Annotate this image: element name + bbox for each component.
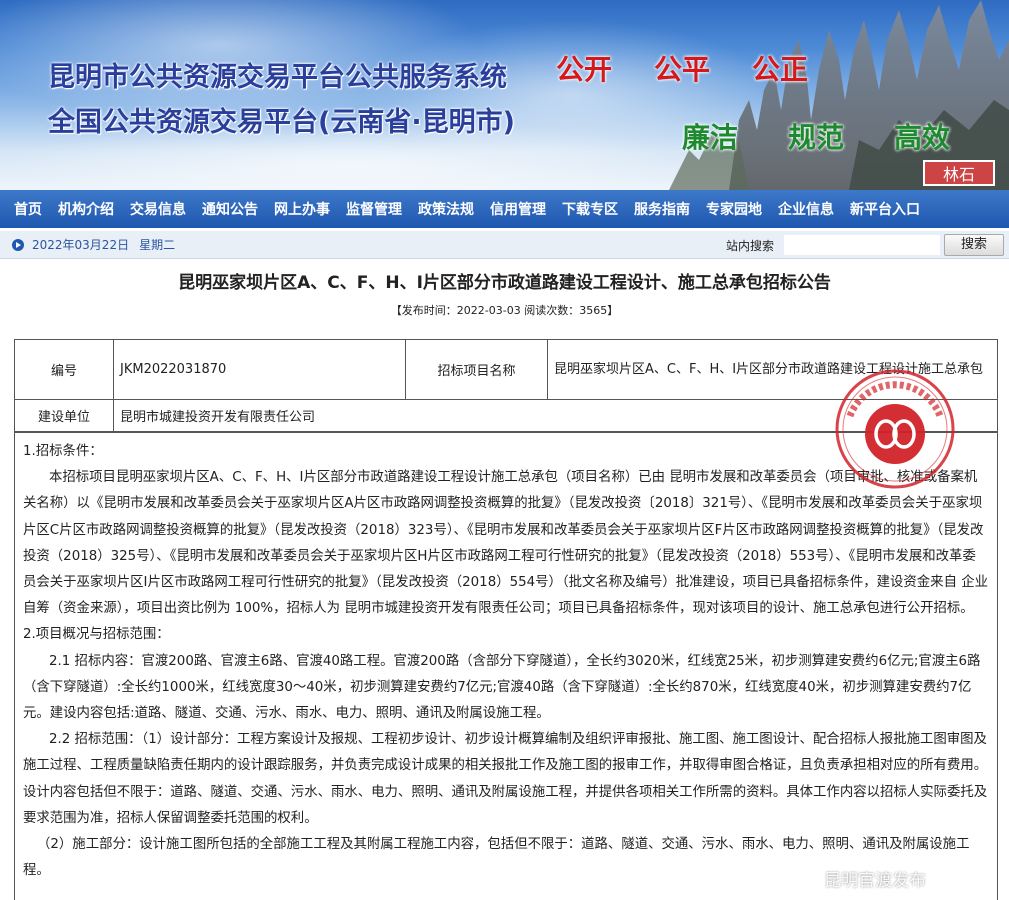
table-cell-label: 招标项目名称: [405, 339, 548, 400]
project-info-table: 编号 JKM2022031870 招标项目名称 昆明巫家坝片区A、C、F、H、I…: [14, 339, 998, 432]
nav-item-policies[interactable]: 政策法规: [410, 199, 482, 219]
slogan-standard: 规范: [788, 121, 845, 154]
nav-item-guide[interactable]: 服务指南: [626, 199, 698, 219]
paragraph: 2.1 招标内容：官渡200路、官渡主6路、官渡40路工程。官渡200路（含部分…: [23, 653, 981, 722]
nav-item-experts[interactable]: 专家园地: [698, 199, 770, 219]
current-date: 2022年03月22日: [32, 238, 130, 252]
header-banner: 昆明市公共资源交易平台公共服务系统 全国公共资源交易平台(云南省·昆明市) 公开…: [0, 0, 1009, 190]
watermark-text: 昆明官渡发布: [824, 871, 926, 891]
page-title: 昆明巫家坝片区A、C、F、H、I片区部分市政道路建设工程设计、施工总承包招标公告: [178, 273, 831, 293]
search-label: 站内搜索: [726, 239, 775, 253]
paragraph: 2.2 招标范围：（1）设计部分：工程方案设计及报规、工程初步设计、初步设计概算…: [23, 732, 988, 826]
slogan-fair: 公平: [654, 53, 711, 86]
play-arrow-icon: [12, 238, 24, 251]
slogan-just: 公正: [752, 53, 809, 86]
search-button[interactable]: 搜索: [944, 234, 1004, 256]
source-watermark: 昆明官渡发布: [802, 866, 926, 891]
slogan-open: 公开: [556, 53, 613, 86]
current-weekday: 星期二: [139, 238, 176, 252]
table-cell-label: 建设单位: [14, 399, 114, 432]
nav-item-about[interactable]: 机构介绍: [50, 199, 122, 219]
nav-item-enterprise[interactable]: 企业信息: [770, 199, 842, 219]
section-heading: 1.招标条件：: [23, 444, 103, 459]
weibo-icon: [802, 874, 820, 888]
section-heading: 2.项目概况与招标范围：: [23, 627, 170, 643]
table-cell-value: 昆明市城建投资开发有限责任公司: [113, 399, 998, 432]
corner-seal-mark: 林石: [923, 160, 995, 186]
nav-item-supervision[interactable]: 监督管理: [338, 199, 410, 219]
nav-item-notices[interactable]: 通知公告: [194, 199, 266, 219]
paragraph: 本招标项目昆明巫家坝片区A、C、F、H、I片区部分市政道路建设工程设计施工总承包…: [23, 470, 988, 617]
site-title: 昆明市公共资源交易平台公共服务系统: [48, 62, 507, 93]
table-row: 建设单位 昆明市城建投资开发有限责任公司: [14, 399, 998, 432]
table-row: 编号 JKM2022031870 招标项目名称 昆明巫家坝片区A、C、F、H、I…: [14, 339, 998, 400]
nav-item-downloads[interactable]: 下载专区: [554, 199, 626, 219]
slogan-clean: 廉洁: [682, 121, 739, 154]
nav-item-online-service[interactable]: 网上办事: [266, 199, 338, 219]
table-cell-value: JKM2022031870: [113, 339, 406, 400]
nav-item-credit[interactable]: 信用管理: [482, 199, 554, 219]
main-nav: 首页 机构介绍 交易信息 通知公告 网上办事 监督管理 政策法规 信用管理 下载…: [0, 190, 1009, 228]
site-subtitle: 全国公共资源交易平台(云南省·昆明市): [48, 107, 515, 138]
search-input[interactable]: [784, 235, 940, 255]
table-cell-value: 昆明巫家坝片区A、C、F、H、I片区部分市政道路建设工程设计施工总承包: [547, 339, 998, 400]
publish-meta: 【发布时间：2022-03-03 阅读次数：3565】: [390, 304, 619, 317]
date-search-bar: 2022年03月22日 星期二 站内搜索 搜索: [0, 231, 1009, 259]
table-cell-label: 编号: [14, 339, 114, 400]
nav-item-home[interactable]: 首页: [6, 199, 50, 219]
slogan-efficient: 高效: [894, 121, 951, 154]
nav-item-trade-info[interactable]: 交易信息: [122, 199, 194, 219]
nav-item-new-platform[interactable]: 新平台入口: [842, 199, 928, 219]
announcement-body: 1.招标条件： 本招标项目昆明巫家坝片区A、C、F、H、I片区部分市政道路建设工…: [14, 432, 998, 900]
